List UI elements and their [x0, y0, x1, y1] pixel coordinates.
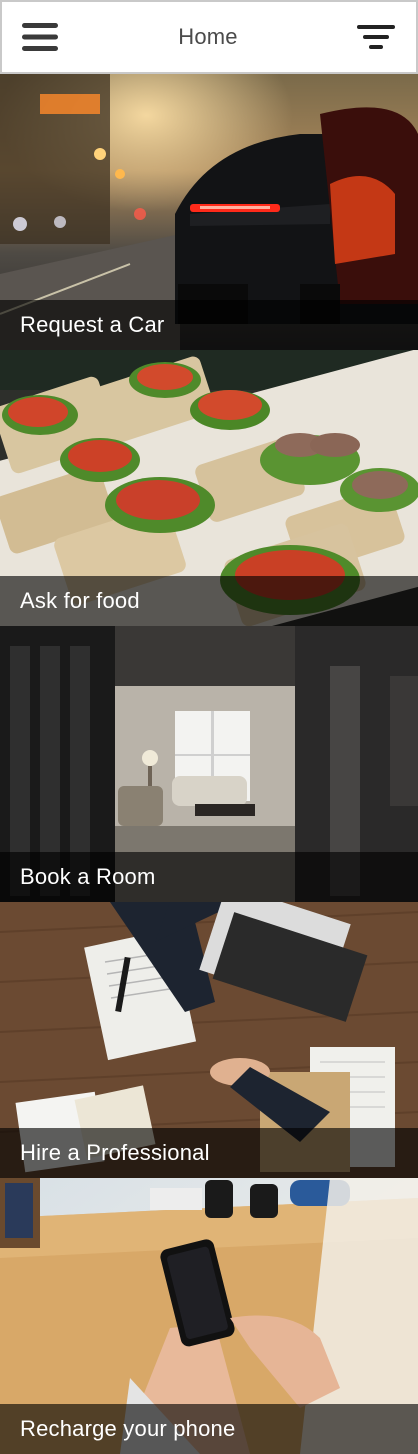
tile-label: Request a Car	[20, 312, 165, 337]
tile-hire-professional[interactable]: Hire a Professional	[0, 902, 418, 1178]
tile-caption: Request a Car	[0, 300, 418, 350]
tile-request-car[interactable]: Request a Car	[0, 74, 418, 350]
tile-label: Recharge your phone	[20, 1416, 236, 1441]
hamburger-menu-icon[interactable]	[10, 7, 70, 67]
tile-caption: Recharge your phone	[0, 1404, 418, 1454]
tile-label: Book a Room	[20, 864, 156, 889]
tile-label: Hire a Professional	[20, 1140, 210, 1165]
tile-label: Ask for food	[20, 588, 140, 613]
tile-recharge-phone[interactable]: Recharge your phone	[0, 1178, 418, 1454]
service-tile-list: Request a Car Ask for food Book a Room H…	[0, 74, 418, 1454]
tile-book-room[interactable]: Book a Room	[0, 626, 418, 902]
tile-caption: Ask for food	[0, 576, 418, 626]
tile-caption: Book a Room	[0, 852, 418, 902]
tile-ask-food[interactable]: Ask for food	[0, 350, 418, 626]
tile-caption: Hire a Professional	[0, 1128, 418, 1178]
top-app-bar: Home	[0, 0, 418, 74]
page-title: Home	[178, 24, 238, 49]
filter-icon[interactable]	[346, 7, 406, 67]
